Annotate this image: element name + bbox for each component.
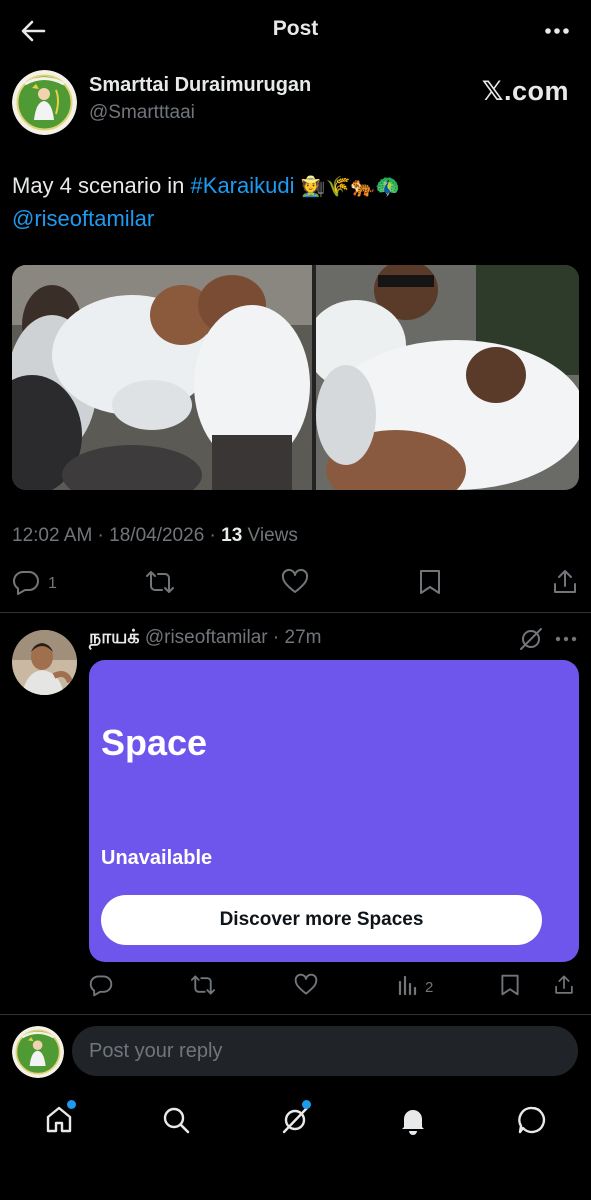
reply-time: · 27m: [272, 627, 322, 648]
reply-share-button[interactable]: [553, 974, 575, 1000]
bookmark-icon: [499, 973, 521, 1001]
mention-link[interactable]: @riseoftamilar: [12, 206, 154, 231]
post-meta: 12:02 AM · 18/04/2026 · 13 Views: [12, 525, 298, 547]
bottom-nav: [0, 1090, 591, 1152]
post-media[interactable]: [12, 265, 579, 490]
reply-avatar[interactable]: [12, 630, 77, 695]
author-name[interactable]: Smarttai Duraimurugan: [89, 74, 311, 97]
reply-composer: [0, 1016, 591, 1088]
reply-reply-button[interactable]: [89, 974, 113, 1000]
bookmark-button[interactable]: [417, 568, 443, 600]
chat-icon: [518, 1106, 546, 1134]
home-notification-dot: [67, 1100, 76, 1109]
grok-icon[interactable]: [518, 626, 544, 652]
grok-tab[interactable]: [275, 1100, 315, 1140]
post-emojis: 🧑‍🌾🌾🐅🦚: [300, 176, 401, 198]
notifications-tab[interactable]: [393, 1100, 433, 1140]
reply-repost-button[interactable]: [190, 974, 216, 1000]
post-timestamp: 12:02 AM · 18/04/2026 ·: [12, 525, 222, 546]
reply-icon: [89, 973, 113, 1001]
reply-button[interactable]: 1: [12, 568, 57, 600]
reply-views-button[interactable]: 2: [397, 974, 433, 1000]
home-tab[interactable]: [39, 1100, 79, 1140]
repost-button[interactable]: [145, 568, 175, 600]
post-photo-left[interactable]: [12, 265, 312, 490]
post-actions: 1: [0, 562, 591, 606]
discover-spaces-button[interactable]: Discover more Spaces: [101, 895, 542, 945]
share-icon: [551, 568, 579, 601]
bell-icon: [402, 1110, 424, 1135]
reply-author-handle[interactable]: @riseoftamilar: [145, 627, 268, 648]
reply-actions: 2: [0, 972, 591, 1002]
views-count[interactable]: 13: [221, 525, 242, 546]
space-title: Space: [101, 722, 208, 763]
search-icon: [163, 1107, 190, 1134]
author-avatar[interactable]: [12, 70, 77, 135]
more-options-icon[interactable]: [541, 16, 573, 46]
reply-more-icon[interactable]: [553, 628, 579, 650]
post-photo-right[interactable]: [306, 265, 579, 490]
reply-bookmark-button[interactable]: [499, 974, 521, 1000]
bookmark-icon: [417, 568, 443, 601]
heart-icon: [294, 973, 318, 1001]
heart-icon: [281, 568, 309, 601]
reply-count: 1: [48, 575, 57, 592]
reply-icon: [12, 568, 40, 601]
reply-like-button[interactable]: [294, 973, 318, 1001]
share-icon: [553, 973, 575, 1001]
space-card[interactable]: Space Unavailable Discover more Spaces: [89, 660, 579, 962]
like-button[interactable]: [281, 568, 309, 600]
my-avatar[interactable]: [12, 1026, 64, 1078]
divider: [0, 612, 591, 613]
reply-header: நாயக் @riseoftamilar · 27m: [89, 627, 321, 651]
reply-post[interactable]: நாயக் @riseoftamilar · 27m Space Unavail…: [0, 614, 591, 1014]
reply-input[interactable]: [72, 1026, 578, 1076]
reply-views-count: 2: [425, 978, 434, 996]
hashtag-link[interactable]: #Karaikudi: [191, 173, 295, 198]
search-tab[interactable]: [156, 1100, 196, 1140]
post-text: May 4 scenario in #Karaikudi 🧑‍🌾🌾🐅🦚 @ris…: [12, 170, 572, 235]
space-status: Unavailable: [101, 847, 213, 869]
repost-icon: [190, 973, 216, 1001]
page-title: Post: [272, 17, 319, 40]
top-bar: Post: [0, 0, 591, 62]
repost-icon: [145, 568, 175, 601]
author-handle[interactable]: @Smartttaai: [89, 102, 195, 124]
analytics-icon: [397, 974, 419, 1000]
reply-author-name[interactable]: நாயக்: [89, 627, 140, 648]
post-text-prefix: May 4 scenario in: [12, 173, 191, 198]
divider: [0, 1014, 591, 1015]
back-arrow-icon[interactable]: [18, 16, 48, 46]
messages-tab[interactable]: [512, 1100, 552, 1140]
views-label[interactable]: Views: [242, 525, 298, 546]
grok-notification-dot: [302, 1100, 311, 1109]
post-author: Smarttai Duraimurugan @Smartttaai 𝕏.com: [0, 62, 591, 142]
x-com-logo: 𝕏.com: [481, 76, 569, 106]
share-button[interactable]: [551, 568, 579, 600]
